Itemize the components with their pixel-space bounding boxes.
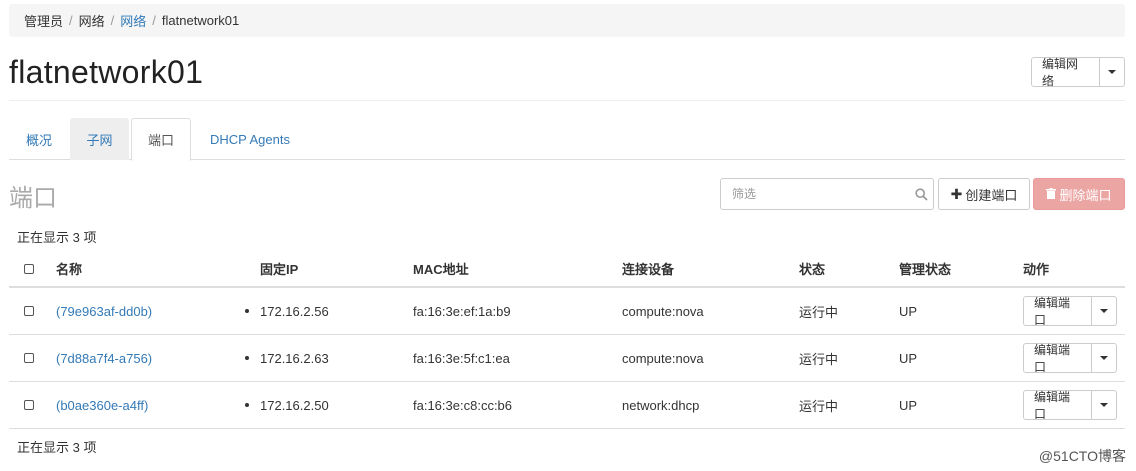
attached-device: network:dhcp (622, 397, 700, 413)
tab-bar: 概况 子网 端口 DHCP Agents (9, 118, 1125, 161)
column-header-admin-state[interactable]: 管理状态 (899, 251, 951, 286)
fixed-ip: 172.16.2.50 (260, 397, 329, 413)
filter-input[interactable] (732, 187, 909, 201)
table-row: (79e963af-dd0b) 172.16.2.56 fa:16:3e:ef:… (9, 288, 1125, 335)
table-header-row: 名称 固定IP MAC地址 连接设备 状态 管理状态 动作 (9, 251, 1125, 288)
item-count-bottom: 正在显示 3 项 (17, 440, 97, 455)
row-actions-dropdown-toggle[interactable] (1092, 343, 1117, 373)
select-all-checkbox[interactable] (24, 263, 34, 274)
breadcrumb-networks-link[interactable]: 网络 (120, 11, 146, 30)
row-select-cell (24, 335, 34, 381)
column-header-device[interactable]: 连接设备 (622, 251, 674, 286)
mac-address: fa:16:3e:ef:1a:b9 (413, 303, 511, 319)
column-header-mac[interactable]: MAC地址 (413, 251, 469, 286)
watermark: @51CTO博客 (1038, 448, 1126, 464)
row-actions-dropdown-toggle[interactable] (1092, 296, 1117, 326)
column-header-name[interactable]: 名称 (56, 251, 82, 286)
create-port-button[interactable]: ✚ 创建端口 (938, 178, 1030, 210)
row-select-cell (24, 382, 34, 428)
tab-dhcp-agents[interactable]: DHCP Agents (195, 118, 305, 160)
bullet-icon (245, 356, 249, 360)
page-title: flatnetwork01 (9, 54, 204, 90)
chevron-down-icon (1100, 356, 1108, 360)
admin-state: UP (899, 350, 918, 366)
table-row: (7d88a7f4-a756) 172.16.2.63 fa:16:3e:5f:… (9, 335, 1125, 382)
edit-port-button[interactable]: 编辑端口 (1023, 296, 1092, 327)
breadcrumb-separator: / (69, 13, 73, 28)
delete-ports-label: 删除端口 (1059, 187, 1112, 203)
row-action-group: 编辑端口 (1023, 390, 1117, 421)
admin-state: UP (899, 303, 918, 319)
breadcrumb-network: 网络 (78, 14, 105, 29)
edit-network-button-group: 编辑网络 (1031, 57, 1125, 88)
filter-box (720, 178, 934, 210)
item-count-top: 正在显示 3 项 (17, 230, 97, 245)
port-status: 运行中 (799, 398, 839, 414)
row-action-group: 编辑端口 (1023, 343, 1117, 374)
attached-device: compute:nova (622, 303, 704, 319)
chevron-down-icon (1100, 309, 1108, 313)
edit-network-button[interactable]: 编辑网络 (1031, 57, 1100, 88)
search-icon[interactable] (909, 187, 933, 201)
tab-subnets[interactable]: 子网 (70, 118, 129, 160)
mac-address: fa:16:3e:5f:c1:ea (413, 350, 510, 366)
row-actions-dropdown-toggle[interactable] (1092, 390, 1117, 420)
create-port-label: 创建端口 (965, 187, 1018, 203)
breadcrumb-separator: / (152, 13, 156, 28)
breadcrumb-separator: / (110, 13, 115, 28)
section-title: 端口 (9, 185, 57, 212)
mac-address: fa:16:3e:c8:cc:b6 (413, 397, 513, 413)
chevron-down-icon (1100, 403, 1108, 407)
fixed-ip: 172.16.2.56 (260, 303, 329, 319)
port-status: 运行中 (799, 304, 839, 320)
table-row: (b0ae360e-a4ff) 172.16.2.50 fa:16:3e:c8:… (9, 382, 1125, 429)
delete-ports-button[interactable]: 删除端口 (1033, 178, 1125, 210)
chevron-down-icon (1108, 70, 1116, 74)
bullet-icon (245, 309, 249, 313)
tab-ports[interactable]: 端口 (131, 118, 191, 161)
breadcrumb-current: flatnetwork01 (161, 13, 240, 28)
fixed-ip-cell: 172.16.2.50 (245, 382, 329, 428)
edit-port-button[interactable]: 编辑端口 (1023, 390, 1092, 421)
port-name-link[interactable]: (b0ae360e-a4ff) (56, 382, 148, 428)
fixed-ip-cell: 172.16.2.63 (245, 335, 329, 381)
row-checkbox[interactable] (24, 400, 34, 410)
port-status: 运行中 (799, 351, 839, 367)
port-name-link[interactable]: (79e963af-dd0b) (56, 288, 152, 334)
admin-state: UP (899, 397, 918, 413)
column-header-fixed-ip[interactable]: 固定IP (260, 251, 298, 286)
edit-network-dropdown-toggle[interactable] (1100, 57, 1125, 87)
port-name-link[interactable]: (7d88a7f4-a756) (56, 335, 152, 381)
attached-device: compute:nova (622, 350, 704, 366)
row-action-group: 编辑端口 (1023, 296, 1117, 327)
column-header-status[interactable]: 状态 (799, 251, 825, 286)
row-checkbox[interactable] (24, 306, 34, 316)
fixed-ip: 172.16.2.63 (260, 350, 329, 366)
fixed-ip-cell: 172.16.2.56 (245, 288, 329, 334)
bullet-icon (245, 403, 249, 407)
row-select-cell (24, 288, 34, 334)
column-header-actions: 动作 (1023, 262, 1050, 277)
trash-icon (1046, 187, 1057, 202)
tab-overview[interactable]: 概况 (9, 118, 69, 160)
edit-port-button[interactable]: 编辑端口 (1023, 343, 1092, 374)
breadcrumb-admin: 管理员 (24, 14, 64, 29)
ports-table: 名称 固定IP MAC地址 连接设备 状态 管理状态 动作 (79e963af-… (9, 251, 1125, 429)
breadcrumb: 管理员 / 网络 / 网络 / flatnetwork01 (9, 4, 1125, 37)
plus-icon: ✚ (950, 185, 963, 202)
title-divider (9, 100, 1125, 101)
select-all-cell (24, 251, 34, 286)
row-checkbox[interactable] (24, 353, 34, 363)
